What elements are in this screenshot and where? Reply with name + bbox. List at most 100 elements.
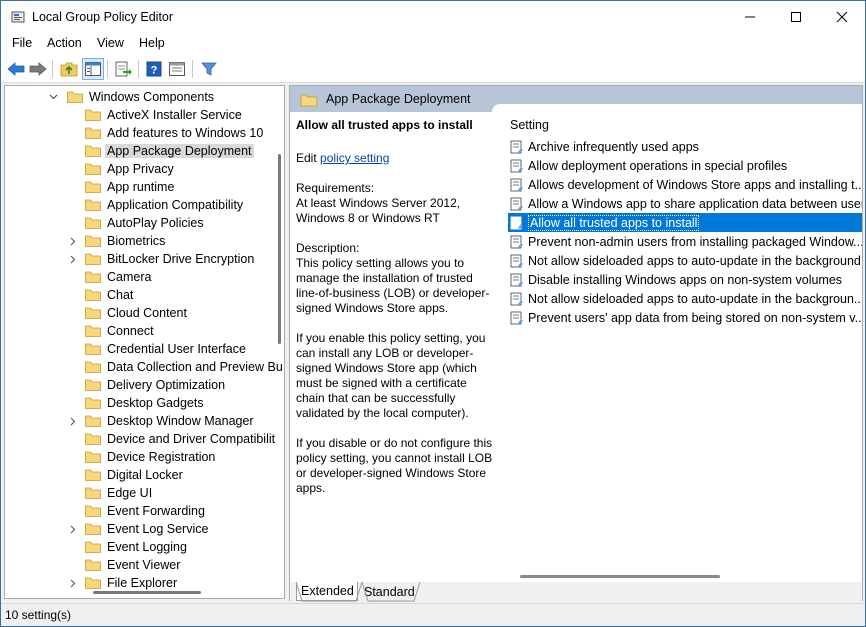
- close-button[interactable]: [819, 1, 865, 33]
- properties-button[interactable]: [166, 58, 188, 80]
- policy-setting-icon: [510, 254, 523, 267]
- tree-horizontal-scrollbar[interactable]: [5, 586, 275, 598]
- description-text: Description: This policy setting allows …: [296, 241, 490, 315]
- scrollbar-thumb[interactable]: [520, 575, 720, 578]
- setting-row[interactable]: Prevent non-admin users from installing …: [508, 232, 862, 251]
- setting-label: Prevent non-admin users from installing …: [528, 234, 862, 249]
- setting-label: Not allow sideloaded apps to auto-update…: [528, 253, 861, 268]
- list-horizontal-scrollbar[interactable]: [504, 572, 862, 582]
- folder-icon: [85, 109, 101, 121]
- tree-item-connect[interactable]: Connect: [67, 322, 154, 340]
- tree-item-label: Camera: [107, 270, 152, 284]
- properties-icon: [169, 62, 185, 76]
- tree-item-delivery-optimization[interactable]: Delivery Optimization: [67, 376, 225, 394]
- tree-item-digital-locker[interactable]: Digital Locker: [67, 466, 183, 484]
- tree-item-app-privacy[interactable]: App Privacy: [67, 160, 174, 178]
- tree-item-event-logging[interactable]: Event Logging: [67, 538, 187, 556]
- minimize-button[interactable]: [727, 1, 773, 33]
- menu-action[interactable]: Action: [47, 36, 82, 50]
- status-bar: 10 setting(s): [1, 603, 865, 626]
- tree-item-event-viewer[interactable]: Event Viewer: [67, 556, 180, 574]
- up-one-level-button[interactable]: [58, 58, 80, 80]
- tree-item-biometrics[interactable]: Biometrics: [67, 232, 165, 250]
- tree-item-data-collection-and-preview-bu[interactable]: Data Collection and Preview Bu: [67, 358, 283, 376]
- show-hide-tree-button[interactable]: [82, 58, 104, 80]
- setting-row[interactable]: Allow all trusted apps to install: [508, 213, 862, 232]
- tree-item-desktop-gadgets[interactable]: Desktop Gadgets: [67, 394, 204, 412]
- setting-row[interactable]: Allow deployment operations in special p…: [508, 156, 862, 175]
- menu-help[interactable]: Help: [139, 36, 165, 50]
- setting-row[interactable]: Allows development of Windows Store apps…: [508, 175, 862, 194]
- scrollbar-thumb[interactable]: [93, 591, 201, 594]
- chevron-right-icon[interactable]: [67, 520, 79, 538]
- export-list-button[interactable]: [113, 58, 135, 80]
- tree-item-add-features-to-windows-10[interactable]: Add features to Windows 10: [67, 124, 263, 142]
- chevron-down-icon[interactable]: [47, 88, 59, 106]
- scrollbar-thumb[interactable]: [278, 154, 281, 344]
- maximize-button[interactable]: [773, 1, 819, 33]
- folder-icon: [85, 433, 101, 445]
- chevron-right-icon[interactable]: [67, 232, 79, 250]
- tree-item-desktop-window-manager[interactable]: Desktop Window Manager: [67, 412, 254, 430]
- tree-item-chat[interactable]: Chat: [67, 286, 133, 304]
- tree-item-application-compatibility[interactable]: Application Compatibility: [67, 196, 243, 214]
- forward-button[interactable]: [27, 58, 49, 80]
- folder-icon: [85, 325, 101, 337]
- setting-row[interactable]: Not allow sideloaded apps to auto-update…: [508, 251, 862, 270]
- tree-item-bitlocker-drive-encryption[interactable]: BitLocker Drive Encryption: [67, 250, 254, 268]
- tree-item-activex-installer-service[interactable]: ActiveX Installer Service: [67, 106, 242, 124]
- filter-icon: [201, 62, 217, 76]
- chevron-right-icon[interactable]: [67, 250, 79, 268]
- requirements-text: Requirements: At least Windows Server 20…: [296, 181, 461, 225]
- title-bar[interactable]: Local Group Policy Editor: [1, 1, 865, 33]
- back-button[interactable]: [5, 58, 27, 80]
- setting-label: Allows development of Windows Store apps…: [528, 177, 862, 192]
- tree-item-label: Windows Components: [89, 90, 215, 104]
- setting-row[interactable]: Archive infrequently used apps: [508, 137, 862, 156]
- tree-item-device-and-driver-compatibilit[interactable]: Device and Driver Compatibilit: [67, 430, 275, 448]
- folder-icon: [85, 235, 101, 247]
- folder-icon: [85, 505, 101, 517]
- edit-policy-setting-link[interactable]: policy setting: [320, 151, 389, 165]
- window-title: Local Group Policy Editor: [32, 10, 174, 24]
- tree-item-label: Device and Driver Compatibilit: [107, 432, 276, 446]
- details-header: App Package Deployment: [290, 86, 862, 112]
- menu-view[interactable]: View: [97, 36, 124, 50]
- tree-vertical-scrollbar[interactable]: [275, 86, 284, 598]
- setting-row[interactable]: Not allow sideloaded apps to auto-update…: [508, 289, 862, 308]
- disable-explanation: If you disable or do not configure this …: [296, 436, 493, 495]
- folder-icon: [85, 487, 101, 499]
- tree-item-edge-ui[interactable]: Edge UI: [67, 484, 152, 502]
- back-arrow-icon: [7, 62, 25, 76]
- tree-item-credential-user-interface[interactable]: Credential User Interface: [67, 340, 246, 358]
- tree-item-app-package-deployment[interactable]: App Package Deployment: [67, 142, 254, 160]
- setting-column-header[interactable]: Setting: [510, 118, 549, 132]
- setting-row[interactable]: Allow a Windows app to share application…: [508, 194, 862, 213]
- filter-button[interactable]: [198, 58, 220, 80]
- maximize-icon: [791, 12, 801, 22]
- chevron-right-icon[interactable]: [67, 412, 79, 430]
- tree-item-label: Add features to Windows 10: [107, 126, 264, 140]
- tree-item-event-forwarding[interactable]: Event Forwarding: [67, 502, 205, 520]
- folder-icon: [85, 127, 101, 139]
- settings-count: 10 setting(s): [5, 608, 72, 622]
- tree-item-event-log-service[interactable]: Event Log Service: [67, 520, 208, 538]
- tree-pane[interactable]: Windows Components ActiveX Installer Serv…: [4, 85, 285, 599]
- policy-setting-icon: [510, 235, 523, 248]
- tree-item-label: Desktop Window Manager: [107, 414, 254, 428]
- tree-item-autoplay-policies[interactable]: AutoPlay Policies: [67, 214, 204, 232]
- tree-item-device-registration[interactable]: Device Registration: [67, 448, 215, 466]
- tree-item-app-runtime[interactable]: App runtime: [67, 178, 174, 196]
- tree-item-camera[interactable]: Camera: [67, 268, 151, 286]
- tree-item-windows-components[interactable]: Windows Components: [47, 88, 214, 106]
- help-button[interactable]: ?: [143, 58, 165, 80]
- tree-item-cloud-content[interactable]: Cloud Content: [67, 304, 187, 322]
- menu-file[interactable]: File: [12, 36, 32, 50]
- setting-row[interactable]: Prevent users' app data from being store…: [508, 308, 862, 327]
- folder-icon: [85, 289, 101, 301]
- setting-row[interactable]: Disable installing Windows apps on non-s…: [508, 270, 862, 289]
